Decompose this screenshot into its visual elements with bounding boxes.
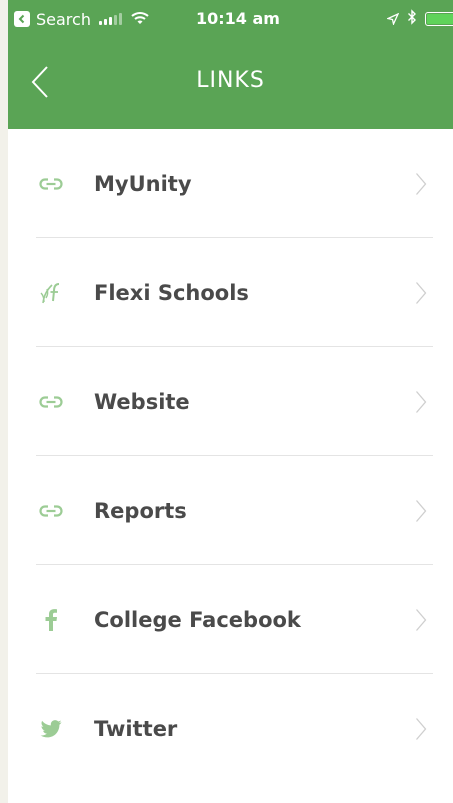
bluetooth-icon xyxy=(407,9,417,29)
list-item-label: Flexi Schools xyxy=(94,280,249,305)
link-icon xyxy=(38,171,64,197)
twitter-icon xyxy=(38,716,64,742)
list-item-college-facebook[interactable]: College Facebook xyxy=(8,565,453,674)
location-arrow-icon xyxy=(385,10,400,29)
flexi-schools-logo-icon xyxy=(38,280,64,306)
page-title: LINKS xyxy=(196,68,265,93)
facebook-icon xyxy=(38,607,64,633)
link-icon xyxy=(38,389,64,415)
battery-fill xyxy=(427,14,453,24)
status-time: 10:14 am xyxy=(196,9,280,28)
nav-bar: LINKS xyxy=(8,38,453,129)
chevron-right-icon xyxy=(415,499,427,523)
chevron-right-icon xyxy=(415,608,427,632)
back-to-app-label[interactable]: Search xyxy=(36,10,91,29)
chevron-right-icon xyxy=(415,281,427,305)
back-to-app-icon[interactable] xyxy=(14,11,30,27)
list-item-reports[interactable]: Reports xyxy=(8,456,453,565)
signal-bars-icon xyxy=(98,13,122,25)
list-item-myunity[interactable]: MyUnity xyxy=(8,129,453,238)
list-item-label: Twitter xyxy=(94,716,178,741)
chevron-right-icon xyxy=(415,172,427,196)
status-bar: Search 10:14 am xyxy=(8,0,453,38)
list-item-label: Website xyxy=(94,389,190,414)
wifi-icon xyxy=(131,10,149,29)
list-item-label: MyUnity xyxy=(94,171,192,196)
chevron-right-icon xyxy=(415,717,427,741)
list-item-flexi-schools[interactable]: Flexi Schools xyxy=(8,238,453,347)
link-icon xyxy=(38,498,64,524)
list-item-twitter[interactable]: Twitter xyxy=(8,674,453,783)
chevron-right-icon xyxy=(415,390,427,414)
status-right-group xyxy=(385,0,453,38)
battery-icon xyxy=(425,12,453,26)
list-item-website[interactable]: Website xyxy=(8,347,453,456)
list-item-label: College Facebook xyxy=(94,607,301,632)
list-item-label: Reports xyxy=(94,498,187,523)
links-list: MyUnity Flexi Schools Website Reports Co… xyxy=(8,129,453,803)
